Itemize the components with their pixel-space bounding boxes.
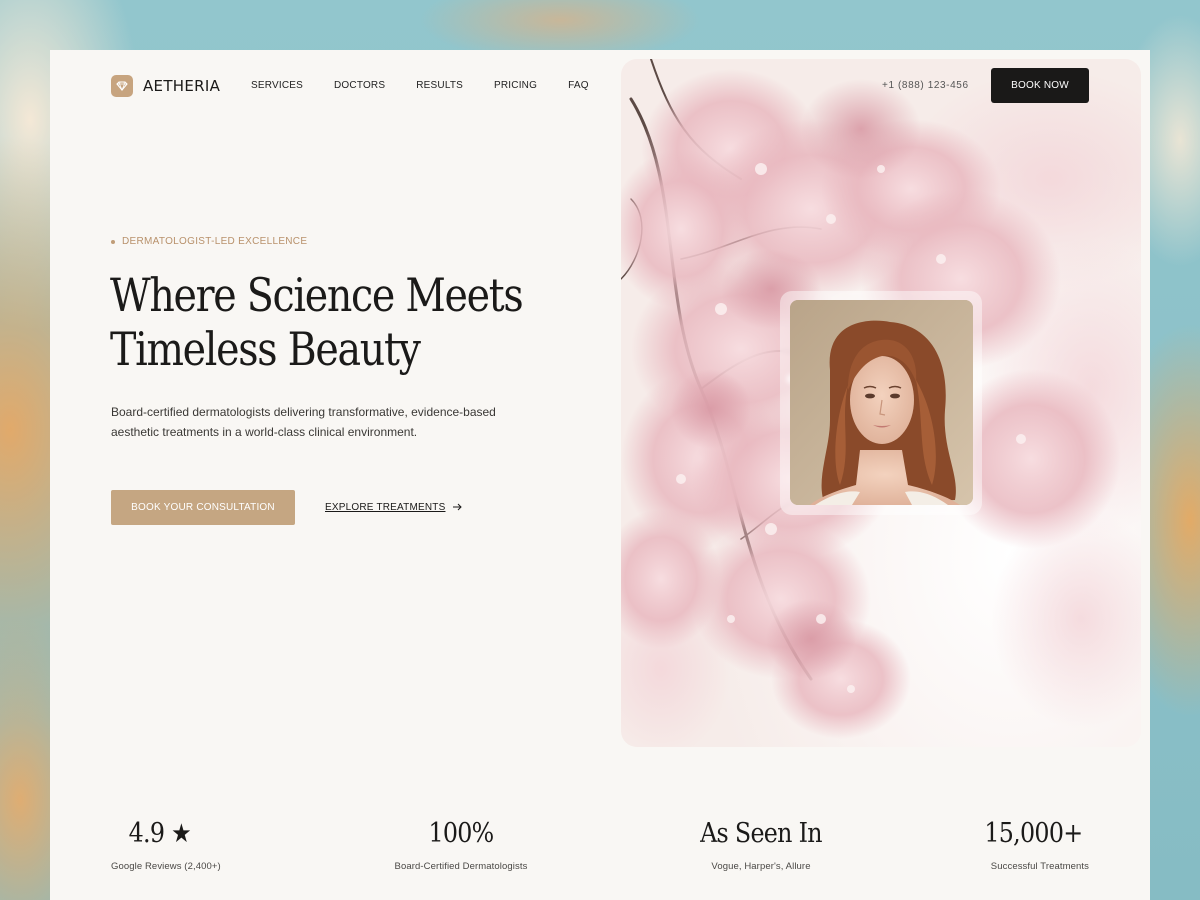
eyebrow: DERMATOLOGIST-LED EXCELLENCE <box>111 236 307 247</box>
nav-item-services[interactable]: SERVICES <box>251 80 303 91</box>
stat-board-certified: 100% Board-Certified Dermatologists <box>361 818 561 872</box>
stat-label: Vogue, Harper's, Allure <box>711 861 811 872</box>
nav-item-faq[interactable]: FAQ <box>568 80 589 91</box>
hero-headline: Where Science Meets Timeless Beauty <box>110 268 524 376</box>
brand-name: AETHERIA <box>143 77 221 95</box>
explore-treatments-label: EXPLORE TREATMENTS <box>325 502 446 513</box>
arrow-right-icon <box>453 503 463 513</box>
stat-label: Board-Certified Dermatologists <box>394 861 528 872</box>
main-nav: SERVICES DOCTORS RESULTS PRICING FAQ <box>251 80 589 91</box>
stat-label: Google Reviews (2,400+) <box>111 861 221 872</box>
phone-number[interactable]: +1 (888) 123-456 <box>882 80 969 91</box>
nav-item-results[interactable]: RESULTS <box>416 80 463 91</box>
stat-value: 4.9 ★ <box>111 818 208 850</box>
explore-treatments-link[interactable]: EXPLORE TREATMENTS <box>325 502 463 513</box>
hero-subtext: Board-certified dermatologists deliverin… <box>111 402 541 442</box>
nav-item-pricing[interactable]: PRICING <box>494 80 537 91</box>
subtext-line-2: aesthetic treatments in a world-class cl… <box>111 425 418 439</box>
nav-item-doctors[interactable]: DOCTORS <box>334 80 385 91</box>
book-now-button[interactable]: BOOK NOW <box>991 68 1089 103</box>
stat-rating: 4.9 ★ Google Reviews (2,400+) <box>111 818 221 872</box>
rating-value: 4.9 <box>128 818 165 849</box>
logo[interactable]: AETHERIA <box>111 75 220 97</box>
stat-treatments: 15,000+ Successful Treatments <box>970 818 1090 872</box>
stat-value: 100% <box>428 818 494 849</box>
diamond-icon <box>111 75 133 97</box>
book-consultation-button[interactable]: BOOK YOUR CONSULTATION <box>111 490 295 525</box>
stat-label: Successful Treatments <box>990 861 1089 872</box>
eyebrow-text: DERMATOLOGIST-LED EXCELLENCE <box>122 236 308 247</box>
headline-line-1: Where Science Meets <box>110 268 524 322</box>
star-icon: ★ <box>171 819 192 849</box>
subtext-line-1: Board-certified dermatologists deliverin… <box>111 405 496 419</box>
portrait-image <box>790 300 973 505</box>
stat-as-seen-in: As Seen In Vogue, Harper's, Allure <box>661 818 861 872</box>
landing-page: AETHERIA SERVICES DOCTORS RESULTS PRICIN… <box>50 50 1150 900</box>
headline-line-2: Timeless Beauty <box>110 322 421 376</box>
stat-value: 15,000+ <box>983 818 1083 849</box>
dot-icon <box>111 239 115 244</box>
stat-value: As Seen In <box>700 818 823 849</box>
